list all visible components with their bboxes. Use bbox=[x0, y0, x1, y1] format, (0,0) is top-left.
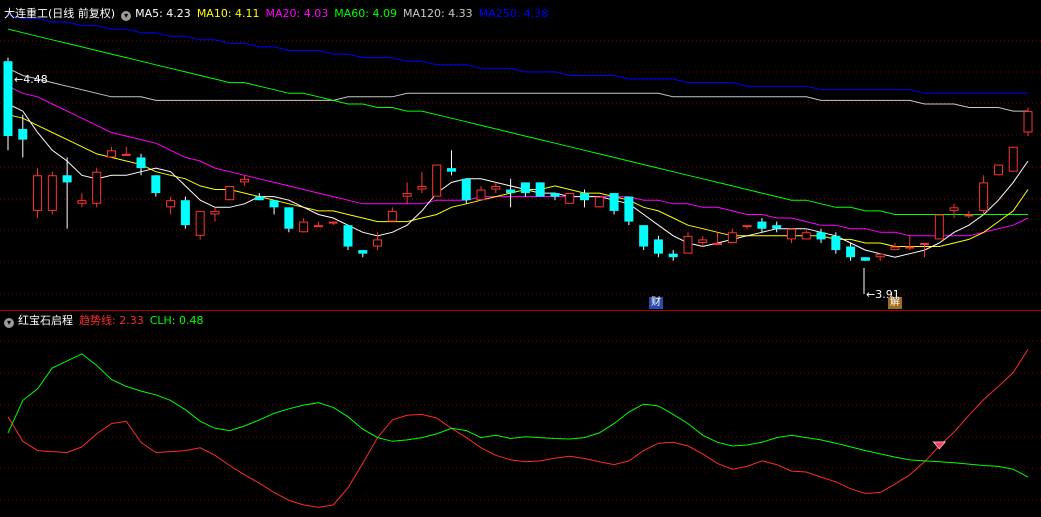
candle-body-up bbox=[920, 242, 930, 245]
indicator-label: MA5: 4.23 bbox=[135, 7, 191, 20]
candle-body-down bbox=[446, 168, 456, 172]
candle-body-up bbox=[210, 210, 220, 215]
candle-body-down bbox=[3, 61, 13, 137]
candle-body-down bbox=[772, 225, 782, 229]
candle-body-up bbox=[225, 185, 235, 201]
candle-body-down bbox=[653, 239, 663, 254]
candle-body-up bbox=[121, 153, 131, 156]
candle-body-down bbox=[535, 182, 545, 197]
candle-body-down bbox=[520, 182, 530, 194]
candle-body-up bbox=[313, 225, 323, 228]
sub-panel-header: ▾ 红宝石启程 趋势线: 2.33 CLH: 0.48 bbox=[4, 314, 215, 328]
settings-icon[interactable]: ▾ bbox=[4, 318, 14, 328]
candle-body-up bbox=[476, 189, 486, 201]
candle-body-up bbox=[77, 200, 87, 204]
indicator-label: CLH: 0.48 bbox=[149, 314, 204, 327]
indicator-title[interactable]: 红宝石启程 bbox=[18, 314, 73, 327]
candle-body-up bbox=[934, 214, 944, 240]
candle-body-up bbox=[491, 185, 501, 190]
indicator-label: MA60: 4.09 bbox=[334, 7, 397, 20]
candle-body-down bbox=[343, 225, 353, 247]
ma-line-ma20 bbox=[7, 85, 1029, 237]
sub-grid bbox=[0, 340, 1041, 501]
candle-body-up bbox=[742, 225, 752, 228]
ma-line-ma60 bbox=[7, 28, 1028, 215]
candle-body-up bbox=[801, 232, 811, 240]
candle-body-down bbox=[358, 250, 368, 254]
candle-body-up bbox=[402, 193, 412, 197]
candle-body-down bbox=[639, 225, 649, 247]
ruby-signal-icon bbox=[932, 441, 946, 450]
high-price-label: ←4.48 bbox=[14, 73, 48, 86]
candle-body-down bbox=[254, 196, 264, 201]
candle-body-down bbox=[580, 193, 590, 201]
candle-body-up bbox=[993, 164, 1003, 176]
main-panel-header: 大连重工(日线 前复权) ▾ MA5: 4.23 MA10: 4.11 MA20: 4.… bbox=[4, 7, 560, 21]
candle-body-down bbox=[609, 193, 619, 211]
candle-body-up bbox=[240, 178, 250, 183]
candle-body-up bbox=[698, 239, 708, 243]
candle-body-down bbox=[860, 257, 870, 261]
candle-body-down bbox=[757, 221, 767, 229]
financial-report-badge[interactable]: 财 bbox=[649, 297, 663, 309]
candle-body-up bbox=[373, 239, 383, 247]
candle-body-up bbox=[166, 200, 176, 208]
candle-body-up bbox=[195, 210, 205, 236]
ma-line-ma250 bbox=[7, 14, 1028, 94]
candle-body-up bbox=[328, 221, 338, 224]
candle-body-down bbox=[668, 253, 678, 258]
stock-title[interactable]: 大连重工(日线 前复权) bbox=[4, 7, 115, 20]
indicator-label: MA120: 4.33 bbox=[402, 7, 473, 20]
candle-body-down bbox=[846, 246, 856, 258]
candle-body-up bbox=[949, 207, 959, 211]
moving-average-lines bbox=[7, 14, 1029, 258]
indicator-label: 趋势线: 2.33 bbox=[79, 314, 144, 327]
candle-body-down bbox=[18, 128, 28, 140]
candle-body-down bbox=[136, 157, 146, 169]
candle-body-up bbox=[33, 175, 43, 211]
candle-body-down bbox=[284, 207, 294, 229]
candle-body-up bbox=[47, 175, 57, 211]
candle-body-up bbox=[1008, 146, 1018, 172]
candle-body-down bbox=[151, 175, 161, 194]
candle-body-up bbox=[92, 171, 102, 204]
candle-body-up bbox=[964, 214, 974, 217]
candle-body-down bbox=[461, 178, 471, 201]
candle-body-down bbox=[550, 193, 560, 197]
candle-body-down bbox=[831, 235, 841, 251]
candle-body-up bbox=[875, 253, 885, 258]
indicator-label: MA250: 4.38 bbox=[478, 7, 549, 20]
candle-body-up bbox=[786, 228, 796, 240]
candle-body-up bbox=[565, 193, 575, 204]
indicator-label: MA20: 4.03 bbox=[265, 7, 329, 20]
candle-body-up bbox=[106, 150, 116, 158]
candle-body-up bbox=[905, 246, 915, 249]
candle-body-down bbox=[816, 232, 826, 240]
indicator-line bbox=[7, 353, 1029, 478]
price-markers: ←4.48←3.91 bbox=[14, 73, 900, 301]
candle-body-up bbox=[727, 232, 737, 243]
candle-body-up bbox=[417, 185, 427, 190]
candle-body-down bbox=[624, 196, 634, 222]
stock-chart[interactable]: ←4.48←3.91 bbox=[0, 0, 1041, 517]
candle-body-up bbox=[1023, 111, 1033, 133]
candle-body-up bbox=[890, 246, 900, 251]
candle-body-up bbox=[299, 221, 309, 233]
settings-icon[interactable]: ▾ bbox=[121, 11, 132, 21]
candlesticks bbox=[3, 57, 1033, 261]
candle-body-up bbox=[387, 210, 397, 222]
unlock-badge[interactable]: 解 bbox=[888, 297, 902, 309]
candle-body-up bbox=[594, 196, 604, 208]
candle-body-up bbox=[432, 164, 442, 197]
candle-body-down bbox=[269, 200, 279, 208]
indicator-label: MA10: 4.11 bbox=[196, 7, 260, 20]
candle-body-up bbox=[713, 242, 723, 245]
candle-body-down bbox=[62, 175, 72, 183]
candle-body-down bbox=[506, 189, 516, 194]
candle-body-up bbox=[683, 235, 693, 254]
candle-body-down bbox=[180, 200, 190, 226]
ma-line-ma5 bbox=[7, 103, 1029, 258]
candle-body-up bbox=[979, 182, 989, 211]
